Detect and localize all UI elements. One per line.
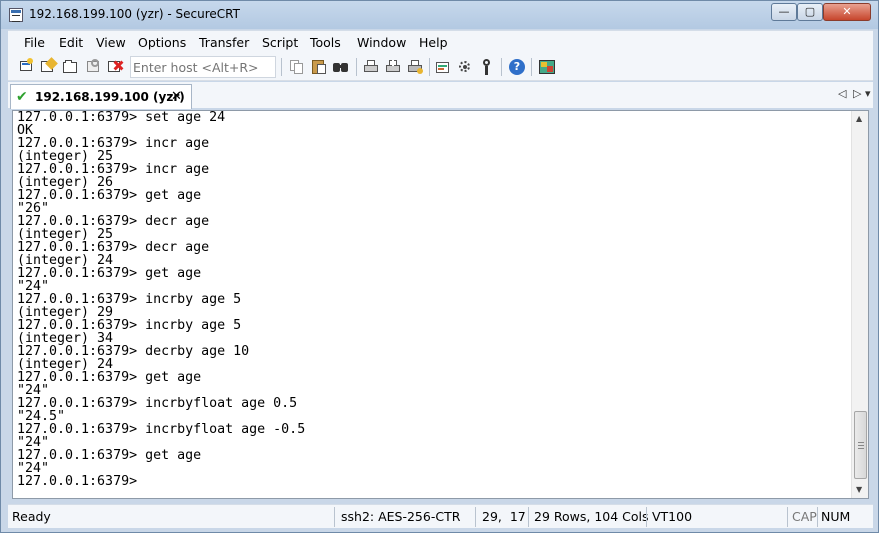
minimize-button[interactable]: — [771, 3, 797, 21]
terminal-line: 127.0.0.1:6379> get age [17, 266, 202, 281]
tab-list-dropdown-icon[interactable]: ▾ [865, 87, 871, 100]
terminal-output[interactable]: 127.0.0.1:6379> set age 24 OK 127.0.0.1:63… [17, 111, 849, 496]
scroll-up-arrow-icon[interactable]: ▲ [856, 114, 862, 123]
close-button[interactable]: ✕ [823, 3, 871, 21]
menu-window[interactable]: Window [357, 35, 406, 50]
connected-check-icon: ✔ [16, 89, 28, 105]
session-tab-strip: ✔ 192.168.199.100 (yzr) ✕ ◁ ▷ ▾ [8, 82, 873, 109]
terminal-line: 127.0.0.1:6379> incr age [17, 162, 210, 177]
host-input[interactable] [130, 56, 276, 78]
terminal-line: 127.0.0.1:6379> incrby age 5 [17, 318, 242, 333]
status-divider [817, 507, 818, 527]
connect-icon[interactable] [18, 58, 36, 76]
status-divider [646, 507, 647, 527]
print-selection-icon[interactable] [384, 58, 402, 76]
toolbar-separator [356, 58, 357, 76]
paste-icon[interactable] [310, 58, 328, 76]
global-options-icon[interactable] [456, 58, 474, 76]
terminal-line: 127.0.0.1:6379> decr age [17, 240, 210, 255]
quick-connect-icon[interactable] [40, 57, 58, 76]
title-bar[interactable]: 192.168.199.100 (yzr) - SecureCRT — ▢ ✕ [1, 1, 878, 29]
toolbar: ? [8, 54, 873, 81]
keymap-icon[interactable] [478, 58, 496, 76]
terminal-line: 127.0.0.1:6379> incr age [17, 136, 210, 151]
terminal-line: 127.0.0.1:6379> decrby age 10 [17, 344, 250, 359]
window-title: 192.168.199.100 (yzr) - SecureCRT [29, 7, 240, 21]
toolbar-separator [501, 58, 502, 76]
terminal-line: 127.0.0.1:6379> incrbyfloat age -0.5 [17, 422, 306, 437]
status-emulation: VT100 [652, 509, 693, 524]
status-cipher: ssh2: AES-256-CTR [341, 509, 461, 524]
terminal-line: 127.0.0.1:6379> get age [17, 448, 202, 463]
connect-tab-icon[interactable] [62, 58, 80, 76]
terminal-line: 127.0.0.1:6379> set age 24 [17, 111, 226, 125]
print-icon[interactable] [362, 58, 380, 76]
toolbar-separator [531, 58, 532, 76]
print-setup-icon[interactable] [406, 58, 424, 76]
menu-bar: File Edit View Options Transfer Script T… [8, 30, 873, 54]
status-divider [787, 507, 788, 527]
menu-edit[interactable]: Edit [59, 35, 83, 50]
menu-options[interactable]: Options [138, 35, 186, 50]
menu-script[interactable]: Script [262, 35, 298, 50]
status-bar: Ready ssh2: AES-256-CTR 29, 17 29 Rows, … [8, 504, 873, 528]
help-icon[interactable]: ? [508, 58, 526, 76]
terminal-line: 127.0.0.1:6379> get age [17, 188, 202, 203]
terminal-line: 127.0.0.1:6379> incrbyfloat age 0.5 [17, 396, 298, 411]
maximize-button[interactable]: ▢ [797, 3, 823, 21]
find-icon[interactable] [332, 58, 350, 76]
tab-close-icon[interactable]: ✕ [171, 89, 182, 104]
tab-label: 192.168.199.100 (yzr) [35, 90, 185, 104]
app-icon [9, 8, 23, 22]
sftp-icon[interactable] [538, 58, 556, 76]
terminal-line: 127.0.0.1:6379> incrby age 5 [17, 292, 242, 307]
menu-transfer[interactable]: Transfer [199, 35, 249, 50]
status-terminal-size: 29 Rows, 104 Cols [534, 509, 649, 524]
menu-help[interactable]: Help [419, 35, 448, 50]
scrollbar-thumb[interactable] [854, 411, 867, 479]
menu-view[interactable]: View [96, 35, 126, 50]
toolbar-separator [281, 58, 282, 76]
session-options-icon[interactable] [434, 58, 452, 76]
copy-icon[interactable] [288, 58, 306, 76]
tab-scroll-left-icon[interactable]: ◁ [838, 87, 846, 100]
reconnect-icon[interactable] [85, 58, 103, 76]
disconnect-icon[interactable] [107, 58, 125, 76]
menu-file[interactable]: File [24, 35, 45, 50]
status-num-lock: NUM [821, 509, 851, 524]
securecrt-window: 192.168.199.100 (yzr) - SecureCRT — ▢ ✕ … [0, 0, 879, 533]
terminal-line: 127.0.0.1:6379> get age [17, 370, 202, 385]
menu-tools[interactable]: Tools [310, 35, 341, 50]
tab-session[interactable]: ✔ 192.168.199.100 (yzr) ✕ [10, 84, 192, 109]
status-state: Ready [12, 509, 51, 524]
vertical-scrollbar[interactable]: ▲ ▼ [851, 111, 868, 498]
scroll-down-arrow-icon[interactable]: ▼ [856, 485, 862, 494]
status-divider [475, 507, 476, 527]
status-cursor-position: 29, 17 [482, 509, 526, 524]
terminal-frame: 127.0.0.1:6379> set age 24 OK 127.0.0.1:63… [12, 110, 869, 499]
status-divider [528, 507, 529, 527]
status-divider [334, 507, 335, 527]
tab-scroll-right-icon[interactable]: ▷ [853, 87, 861, 100]
terminal-line: 127.0.0.1:6379> decr age [17, 214, 210, 229]
status-caps-lock: CAP [792, 509, 817, 524]
toolbar-separator [429, 58, 430, 76]
terminal-line: 127.0.0.1:6379> [17, 474, 146, 489]
